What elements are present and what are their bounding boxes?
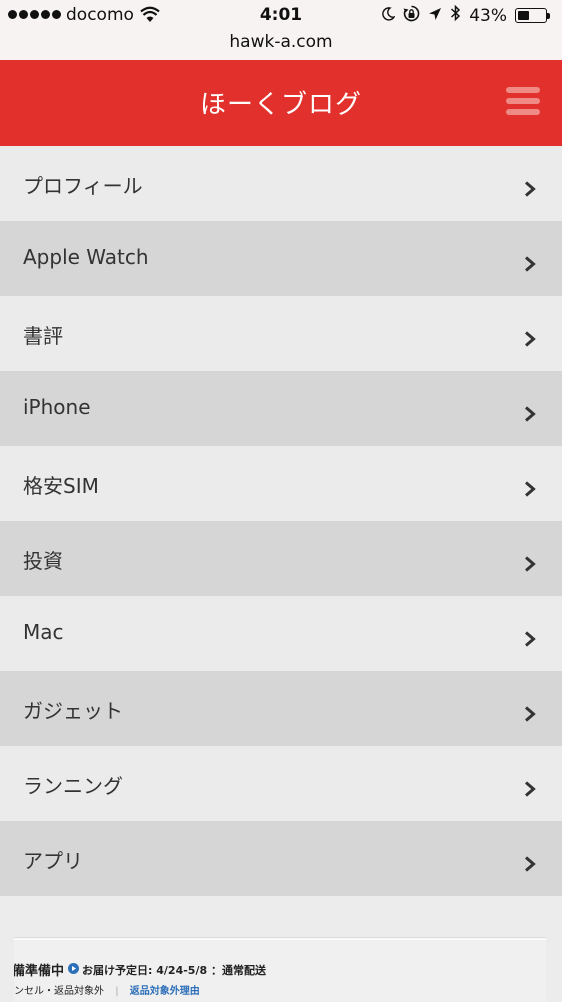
ad-banner[interactable]: 備準備中 お届け予定日: 4/24-5/8 ：通常配送 ンセル・返品対象外 | … — [14, 938, 546, 1002]
chevron-right-icon — [523, 628, 537, 652]
chevron-right-icon — [523, 853, 537, 877]
menu-item-label: iPhone — [23, 395, 91, 419]
battery-icon — [515, 8, 550, 23]
chevron-right-icon — [523, 403, 537, 427]
chevron-right-icon — [523, 553, 537, 577]
menu-item-label: Apple Watch — [23, 245, 149, 269]
menu-item-book-review[interactable]: 書評 — [0, 296, 562, 371]
bluetooth-icon — [450, 4, 461, 27]
ad-note: ンセル・返品対象外 — [14, 986, 104, 997]
menu-item-running[interactable]: ランニング — [0, 746, 562, 821]
moon-icon — [381, 6, 396, 26]
battery-percent: 43% — [469, 5, 507, 26]
ad-status: 備準備中 — [14, 964, 65, 979]
menu-item-label: 投資 — [23, 549, 63, 573]
url-text[interactable]: hawk-a.com — [229, 32, 332, 52]
chevron-right-icon — [523, 778, 537, 802]
menu-item-gadget[interactable]: ガジェット — [0, 671, 562, 746]
menu-item-budget-sim[interactable]: 格安SIM — [0, 446, 562, 521]
menu-item-label: ランニング — [23, 774, 123, 798]
menu-item-label: Mac — [23, 620, 64, 644]
menu-item-label: ガジェット — [23, 699, 123, 723]
play-circle-icon — [68, 962, 80, 977]
site-title[interactable]: ほーくブログ — [0, 84, 562, 121]
chevron-right-icon — [523, 478, 537, 502]
category-menu: プロフィール Apple Watch 書評 iPhone 格安SIM 投資 Ma… — [0, 146, 562, 896]
chevron-right-icon — [523, 703, 537, 727]
rotation-lock-icon — [403, 5, 420, 27]
menu-item-label: 格安SIM — [23, 474, 99, 498]
ad-return-link[interactable]: 返品対象外理由 — [130, 986, 200, 997]
ad-delivery-date: お届け予定日: 4/24-5/8 ：通常配送 — [82, 963, 266, 977]
menu-item-iphone[interactable]: iPhone — [0, 371, 562, 446]
ad-return-row: ンセル・返品対象外 | 返品対象外理由 — [14, 982, 200, 997]
ad-shipping-row: 備準備中 お届け予定日: 4/24-5/8 ：通常配送 — [14, 960, 266, 979]
menu-item-label: 書評 — [23, 324, 63, 348]
url-bar[interactable]: hawk-a.com — [0, 32, 562, 60]
site-header: ほーくブログ — [0, 60, 562, 146]
menu-item-label: アプリ — [23, 849, 83, 873]
menu-item-investment[interactable]: 投資 — [0, 521, 562, 596]
chevron-right-icon — [523, 253, 537, 277]
hamburger-menu-icon[interactable] — [506, 87, 540, 117]
chevron-right-icon — [523, 328, 537, 352]
ad-separator: | — [115, 986, 119, 997]
menu-item-label: プロフィール — [23, 174, 143, 198]
menu-item-apple-watch[interactable]: Apple Watch — [0, 221, 562, 296]
status-indicators: 43% — [381, 4, 550, 27]
menu-item-profile[interactable]: プロフィール — [0, 146, 562, 221]
status-bar: docomo 4:01 43% — [0, 0, 562, 32]
menu-item-apps[interactable]: アプリ — [0, 821, 562, 896]
menu-item-mac[interactable]: Mac — [0, 596, 562, 671]
location-arrow-icon — [428, 6, 442, 26]
chevron-right-icon — [523, 178, 537, 202]
